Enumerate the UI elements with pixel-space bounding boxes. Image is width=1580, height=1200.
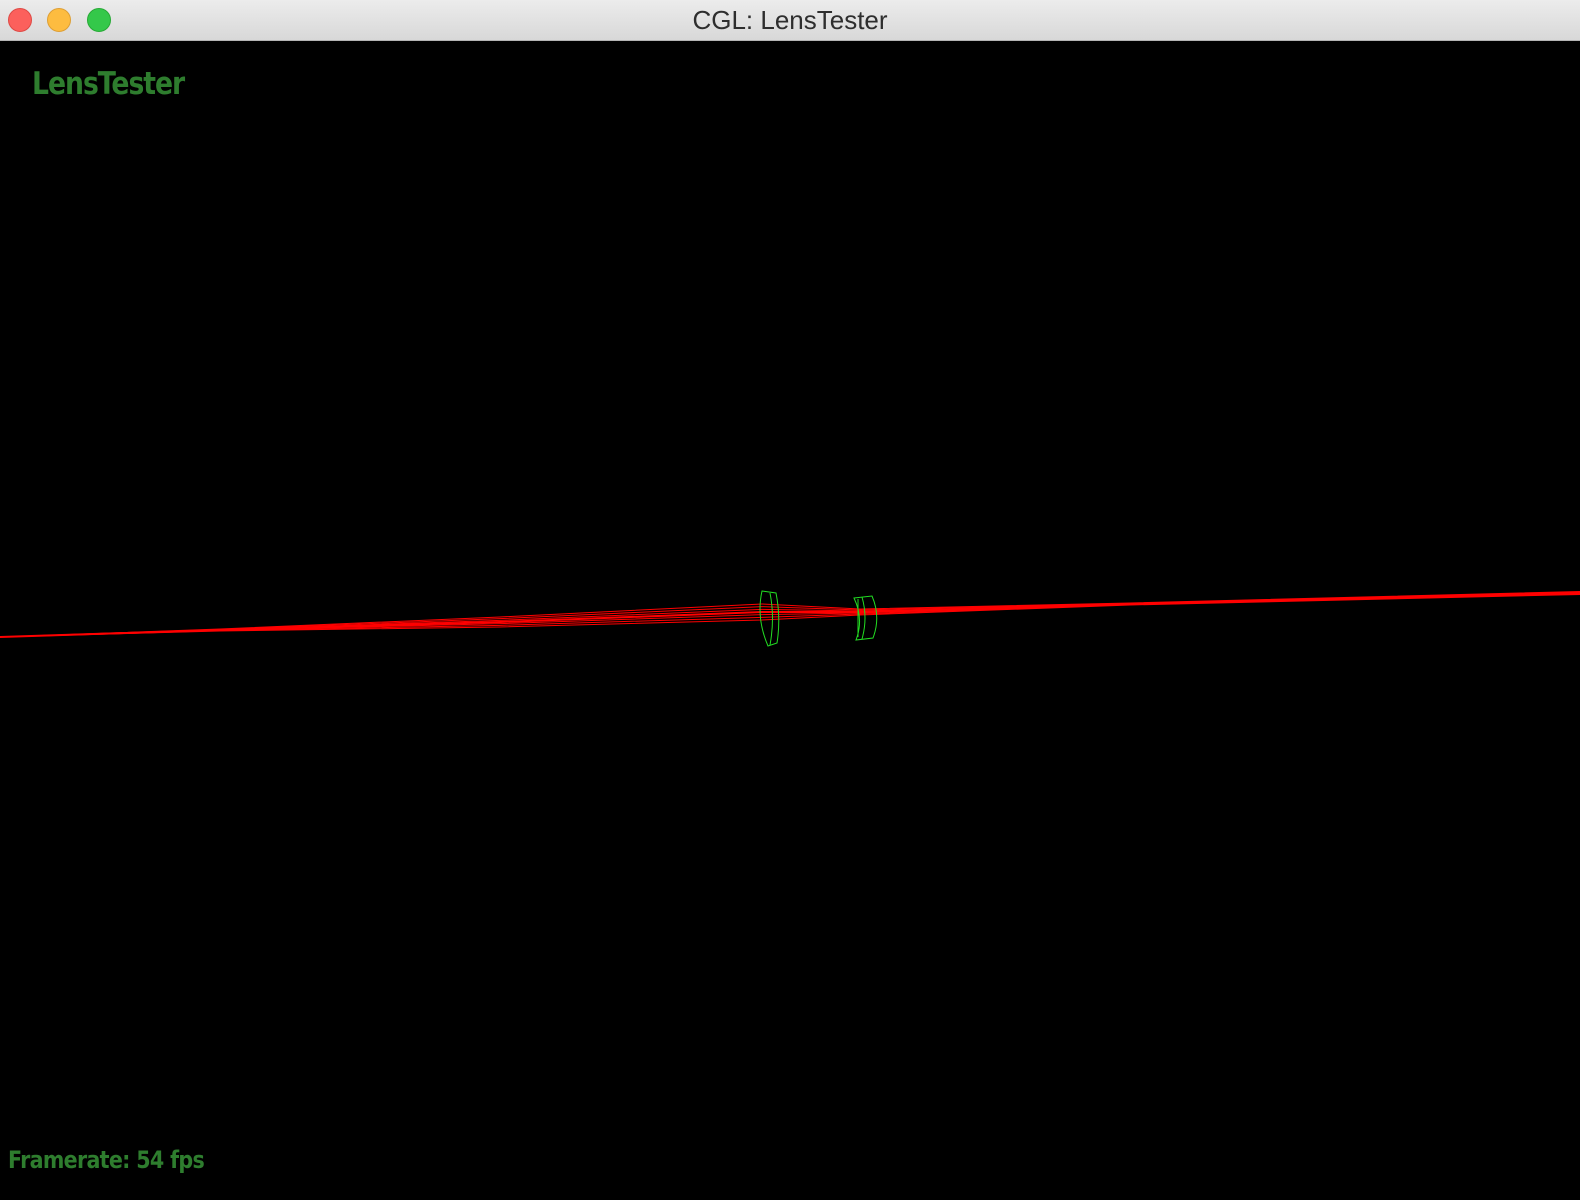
gl-viewport[interactable]: LensTester Framerate: 54 fps — [0, 42, 1580, 1200]
light-rays — [0, 591, 1580, 638]
scene-canvas[interactable] — [0, 42, 1580, 1200]
light-ray — [0, 594, 1580, 638]
app-window: CGL: LensTester LensTester Framerate: 54… — [0, 0, 1580, 1200]
app-name-label: LensTester — [32, 66, 185, 102]
framerate-label: Framerate: 54 fps — [8, 1146, 205, 1174]
lens-element-2 — [853, 595, 878, 641]
lens-element-1 — [759, 590, 780, 647]
window-title: CGL: LensTester — [692, 5, 888, 35]
title-bar[interactable]: CGL: LensTester — [0, 0, 1580, 41]
